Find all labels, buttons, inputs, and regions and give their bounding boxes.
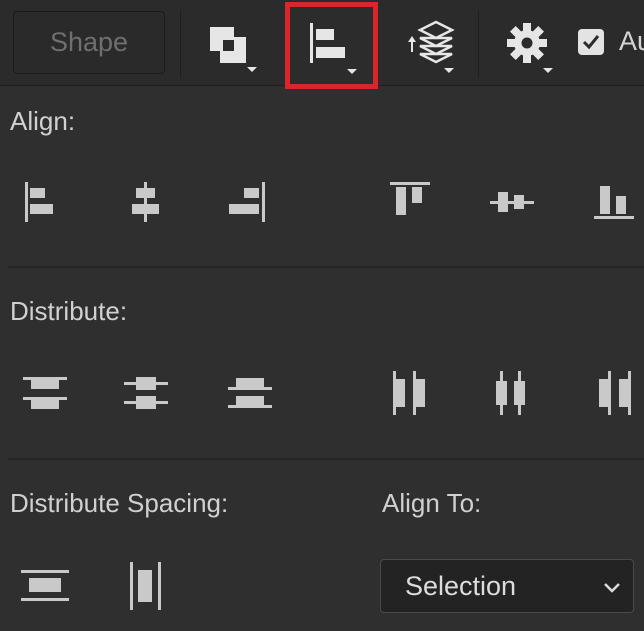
distribute-right-edges-icon[interactable] (586, 365, 642, 421)
align-vertical-centers-icon[interactable] (484, 174, 540, 230)
align-top-edges-icon[interactable] (382, 174, 438, 230)
distribute-left-edges-icon[interactable] (382, 365, 438, 421)
shape-button[interactable]: Shape (13, 11, 165, 74)
options-toolbar: Shape A (0, 0, 644, 89)
distribute-vertical-centers-icon[interactable] (118, 365, 174, 421)
distribute-bottom-edges-icon[interactable] (222, 365, 278, 421)
align-to-select[interactable]: Selection (380, 559, 634, 613)
distribute-horizontal-space-icon[interactable] (118, 558, 174, 614)
auto-checkbox[interactable] (578, 29, 604, 55)
distribute-horizontal-centers-icon[interactable] (484, 365, 540, 421)
align-horizontal-centers-icon[interactable] (118, 174, 174, 230)
align-to-selected-value: Selection (405, 571, 517, 601)
section-divider (8, 458, 644, 460)
distribute-vertical-space-icon[interactable] (17, 558, 73, 614)
auto-label: Au (619, 26, 644, 56)
distribute-top-edges-icon[interactable] (17, 365, 73, 421)
gear-icon[interactable] (496, 12, 568, 74)
path-alignment-panel: Shape A Align: Distribute: Distribute Sp… (0, 0, 644, 631)
align-left-edges-icon[interactable] (17, 174, 73, 230)
align-right-edges-icon[interactable] (222, 174, 278, 230)
toolbar-separator (180, 10, 181, 78)
align-bottom-edges-icon[interactable] (586, 174, 642, 230)
align-to-label: Align To: (382, 488, 482, 518)
distribute-label: Distribute: (10, 296, 128, 326)
path-alignment-button[interactable] (285, 2, 378, 89)
distribute-spacing-label: Distribute Spacing: (10, 488, 229, 518)
chevron-down-icon (604, 583, 620, 593)
path-operations-icon[interactable] (202, 12, 274, 74)
section-divider (8, 266, 644, 268)
path-arrangement-icon[interactable] (396, 12, 468, 74)
align-label: Align: (10, 106, 76, 136)
toolbar-separator (478, 10, 479, 78)
